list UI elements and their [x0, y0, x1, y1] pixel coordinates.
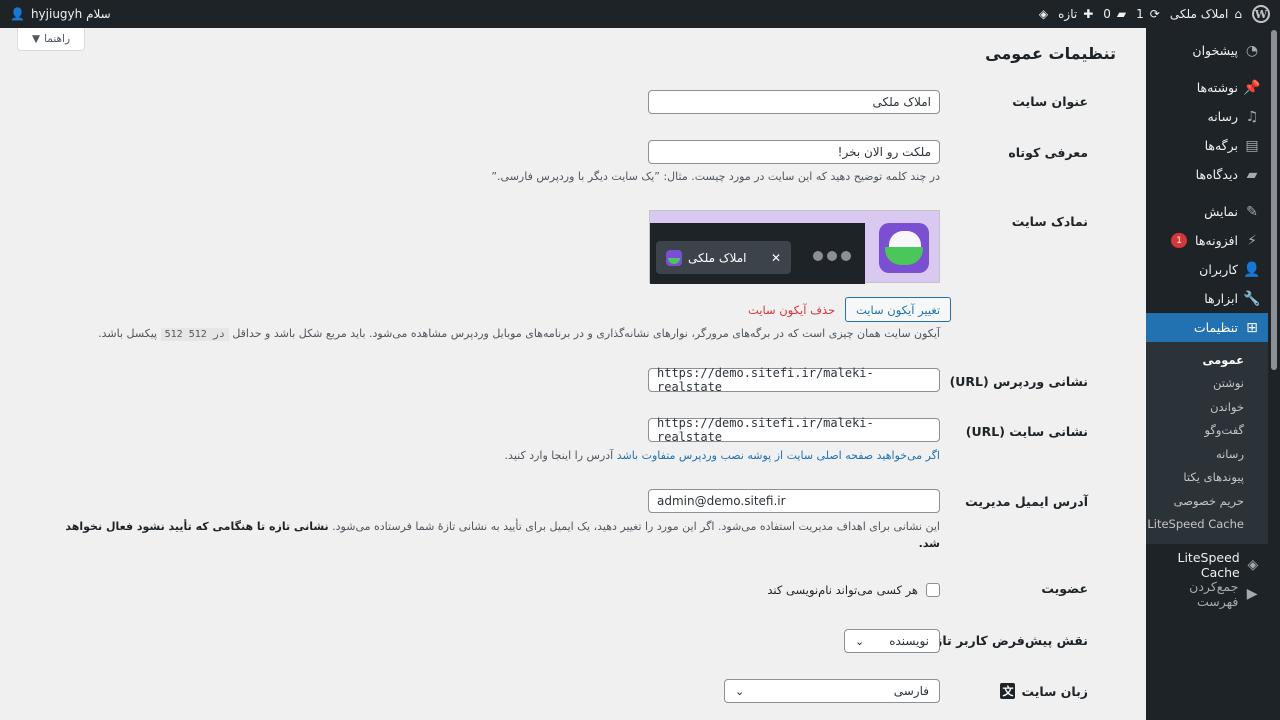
site-title-label: عنوان سایت [1012, 94, 1088, 109]
browser-preview-bar: ✕ املاک ملکی [650, 223, 865, 284]
comment-icon: ▰ [1246, 166, 1258, 183]
admin-bar: W ⌂ املاک ملکی ⟳ 1 ▰ 0 ✚ تازه ◈ سلام hyjiugy… [0, 0, 1280, 28]
plugin-icon: ⚡ [1247, 232, 1257, 249]
membership-checkbox[interactable] [926, 583, 940, 597]
size-code: 512 در 512 [160, 328, 229, 341]
page-icon: ▤ [1245, 137, 1259, 154]
settings-submenu: عمومی نوشتن خواندن گفت‌وگو رسانه پیوندها… [1146, 342, 1280, 544]
collapse-menu-button[interactable]: ▶ جمع‌کردن فهرست [1146, 579, 1280, 609]
comment-icon: ▰ [1116, 7, 1127, 21]
scrollbar-thumb[interactable] [1271, 30, 1277, 370]
site-icon-preview: ✕ املاک ملکی [649, 210, 940, 284]
comments-link[interactable]: ▰ 0 [1103, 7, 1126, 21]
caret-down-icon: ▼ [31, 33, 41, 45]
settings-icon: ⊞ [1246, 319, 1258, 336]
site-url-label: نشانی سایت (URL) [965, 424, 1088, 439]
submenu-litespeed-cache[interactable]: LiteSpeed Cache [1146, 513, 1280, 537]
chevron-down-icon: ⌄ [735, 684, 745, 698]
submenu-privacy[interactable]: حریم خصوصی [1146, 489, 1280, 513]
site-icon-label: نمادک سایت [1011, 214, 1088, 229]
submenu-permalinks[interactable]: پیوندهای یکتا [1146, 466, 1280, 490]
menu-media[interactable]: ♫ رسانه [1146, 102, 1280, 131]
tagline-label: معرفی کوتاه [1008, 145, 1088, 160]
site-logo-mini-icon [666, 249, 682, 266]
menu-pages[interactable]: ▤ برگه‌ها [1146, 131, 1280, 160]
submenu-general[interactable]: عمومی [1146, 348, 1280, 372]
default-role-label: نقش پیش‌فرض کاربر تازه [927, 633, 1088, 648]
menu-comments[interactable]: ▰ دیدگاه‌ها [1146, 160, 1280, 189]
menu-posts[interactable]: 📌 نوشته‌ها [1146, 73, 1280, 102]
admin-email-label: آدرس ایمیل مدیریت [965, 494, 1088, 509]
site-name-link[interactable]: ⌂ املاک ملکی [1170, 7, 1242, 21]
page-title: تنظیمات عمومی [985, 44, 1116, 63]
admin-email-input[interactable]: admin@demo.sitefi.ir [648, 489, 940, 513]
site-url-input[interactable]: https://demo.sitefi.ir/maleki-realstate [648, 416, 940, 444]
site-icon-description: آیکون سایت همان چیزی است که در برگه‌های … [98, 327, 940, 341]
submenu-media[interactable]: رسانه [1146, 442, 1280, 466]
plugins-update-badge: 1 [1171, 233, 1188, 248]
help-tab-button[interactable]: راهنما ▼ [17, 28, 85, 51]
site-language-select[interactable]: فارسی ⌄ [724, 679, 940, 703]
site-language-label: زبان سایت 文 [1000, 683, 1088, 699]
diamond-icon: ◈ [1247, 556, 1259, 573]
membership-checkbox-label[interactable]: هر کسی می‌تواند نام‌نویسی کند [767, 583, 918, 597]
pin-icon: 📌 [1243, 79, 1261, 96]
browser-preview-tab: ✕ املاک ملکی [656, 241, 791, 274]
submenu-writing[interactable]: نوشتن [1146, 372, 1280, 396]
avatar-icon: 👤 [10, 7, 25, 21]
membership-label: عضویت [1041, 581, 1088, 596]
tagline-description: در چند کلمه توضیح دهید که این سایت در مو… [491, 170, 940, 183]
site-url-description: اگر می‌خواهید صفحه اصلی سایت از پوشه نصب… [504, 449, 940, 462]
tools-icon: 🔧 [1243, 290, 1261, 307]
menu-litespeed-cache[interactable]: ◈ LiteSpeed Cache [1146, 550, 1280, 580]
menu-appearance[interactable]: ✎ نمایش [1146, 197, 1280, 226]
site-title-input[interactable]: املاک ملکی [648, 90, 940, 114]
remove-site-icon-link[interactable]: حذف آیکون سایت [748, 303, 835, 317]
wp-url-label: نشانی وردپرس (URL) [949, 374, 1088, 389]
litespeed-adminbar-link[interactable]: ◈ [1039, 7, 1048, 21]
submenu-discussion[interactable]: گفت‌وگو [1146, 419, 1280, 443]
chevron-down-icon: ⌄ [855, 634, 865, 648]
dashboard-icon: ◔ [1245, 42, 1259, 59]
tagline-input[interactable]: ملکت رو الان بخر! [648, 140, 940, 164]
site-logo-icon [879, 223, 929, 273]
close-icon: ✕ [770, 250, 781, 265]
sidebar-scrollbar[interactable] [1268, 28, 1280, 720]
menu-tools[interactable]: 🔧 ابزارها [1146, 284, 1280, 313]
translation-icon: 文 [1000, 683, 1016, 699]
users-icon: 👤 [1243, 261, 1261, 278]
menu-plugins[interactable]: ⚡ افزونه‌ها 1 [1146, 226, 1280, 255]
home-icon: ⌂ [1234, 7, 1242, 21]
admin-bar-left: سلام hyjiugyh 👤 [10, 7, 111, 21]
menu-settings[interactable]: ⊞ تنظیمات [1138, 313, 1280, 342]
admin-sidebar: ◔ پیشخوان 📌 نوشته‌ها ♫ رسانه ▤ برگه‌ها ▰ دیدگ… [1138, 28, 1280, 720]
window-dots-icon [813, 251, 851, 261]
menu-dashboard[interactable]: ◔ پیشخوان [1146, 36, 1280, 65]
admin-email-description: این نشانی برای اهداف مدیریت استفاده می‌ش… [65, 520, 940, 550]
wordpress-logo-icon[interactable]: W [1252, 5, 1270, 23]
my-account-link[interactable]: سلام hyjiugyh 👤 [10, 7, 111, 21]
new-content-link[interactable]: ✚ تازه [1058, 7, 1093, 21]
wp-url-input[interactable]: https://demo.sitefi.ir/maleki-realstate [648, 366, 940, 394]
plus-icon: ✚ [1083, 7, 1094, 21]
refresh-icon: ⟳ [1149, 7, 1160, 21]
site-url-help-link[interactable]: اگر می‌خواهید صفحه اصلی سایت از پوشه نصب… [617, 449, 940, 462]
submenu-reading[interactable]: خواندن [1146, 395, 1280, 419]
default-role-select[interactable]: نویسنده ⌄ [844, 629, 940, 653]
menu-users[interactable]: 👤 کاربران [1146, 255, 1280, 284]
collapse-icon: ▶ [1246, 585, 1258, 602]
diamond-icon: ◈ [1038, 7, 1049, 21]
brush-icon: ✎ [1246, 203, 1258, 220]
updates-link[interactable]: ⟳ 1 [1136, 7, 1160, 21]
media-icon: ♫ [1245, 108, 1259, 125]
change-site-icon-button[interactable]: تغییر آیکون سایت [845, 297, 952, 322]
admin-bar-right: W ⌂ املاک ملکی ⟳ 1 ▰ 0 ✚ تازه ◈ [1039, 5, 1270, 23]
